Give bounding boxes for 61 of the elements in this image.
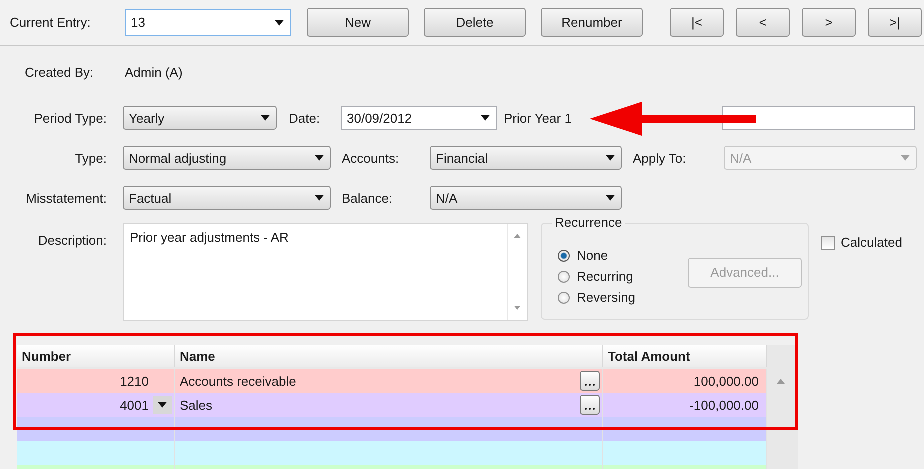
column-header[interactable]: Number: [17, 345, 175, 367]
toolbar-button[interactable]: Renumber: [541, 8, 643, 37]
dropdown-button[interactable]: [153, 396, 172, 414]
radio-button[interactable]: [558, 250, 570, 262]
date-field[interactable]: 30/09/2012: [341, 106, 497, 130]
radio-label: Reversing: [577, 290, 636, 305]
caret-icon: [481, 115, 490, 121]
column-header[interactable]: Total Amount: [603, 345, 767, 367]
prior-year-label: Prior Year 1: [504, 110, 572, 126]
ellipsis-button[interactable]: [580, 371, 600, 391]
field-label: Current Entry:: [10, 15, 92, 30]
caret-icon: [606, 155, 615, 161]
field-label: Accounts:: [342, 150, 400, 166]
field-label: Period Type:: [33, 110, 108, 126]
navigation-button[interactable]: |<: [670, 8, 724, 37]
checkbox-label: Calculated: [841, 235, 902, 250]
table-cell: 100,000.00: [694, 374, 759, 388]
scroll-up-icon: [776, 379, 784, 384]
created-by-value: Admin (A): [125, 64, 183, 80]
period-type-dropdown[interactable]: Yearly: [123, 106, 277, 130]
radio-button[interactable]: [558, 270, 570, 282]
field-label: Apply To:: [633, 150, 688, 166]
ellipsis-button[interactable]: [580, 395, 600, 415]
navigation-button[interactable]: >|: [868, 8, 922, 37]
misstatement-dropdown[interactable]: Factual: [123, 186, 331, 210]
type-dropdown[interactable]: Normal adjusting: [123, 146, 331, 170]
table-cell: Accounts receivable: [180, 374, 296, 388]
scroll-down-icon: [514, 306, 521, 310]
scroll-up-icon: [514, 234, 521, 238]
checkbox[interactable]: [821, 236, 835, 250]
entry-dropdown[interactable]: 13: [125, 9, 291, 36]
column-header[interactable]: Name: [175, 345, 603, 367]
table-cell: Sales: [180, 398, 213, 412]
caret-icon: [315, 155, 324, 161]
navigation-button[interactable]: >: [802, 8, 856, 37]
caret-icon: [901, 155, 910, 161]
group-title: Recurrence: [552, 215, 626, 230]
toolbar-button[interactable]: Delete: [424, 8, 526, 37]
caret-icon: [606, 195, 615, 201]
table-cell: 4001: [120, 398, 149, 412]
navigation-button[interactable]: <: [736, 8, 790, 37]
field-label: Type:: [74, 150, 108, 166]
radio-label: None: [577, 248, 608, 263]
reference-dropdown[interactable]: [722, 106, 915, 130]
caret-icon: [158, 402, 167, 408]
field-label: Created By:: [25, 64, 95, 80]
radio-label: Recurring: [577, 269, 634, 284]
toolbar-button[interactable]: New: [307, 8, 409, 37]
caret-icon: [275, 20, 284, 26]
description-field[interactable]: Prior year adjustments - AR: [123, 223, 528, 321]
caret-icon: [261, 115, 270, 121]
field-label: Balance:: [342, 190, 394, 206]
field-label: Description:: [37, 232, 108, 248]
field-label: Date:: [289, 110, 322, 126]
balance-dropdown[interactable]: N/A: [430, 186, 622, 210]
caret-icon: [315, 195, 324, 201]
radio-button[interactable]: [558, 292, 570, 304]
table-cell: 1210: [120, 374, 149, 388]
field-label: Misstatement:: [25, 190, 108, 206]
table-cell: -100,000.00: [690, 398, 759, 412]
accounts-dropdown[interactable]: Financial: [430, 146, 622, 170]
